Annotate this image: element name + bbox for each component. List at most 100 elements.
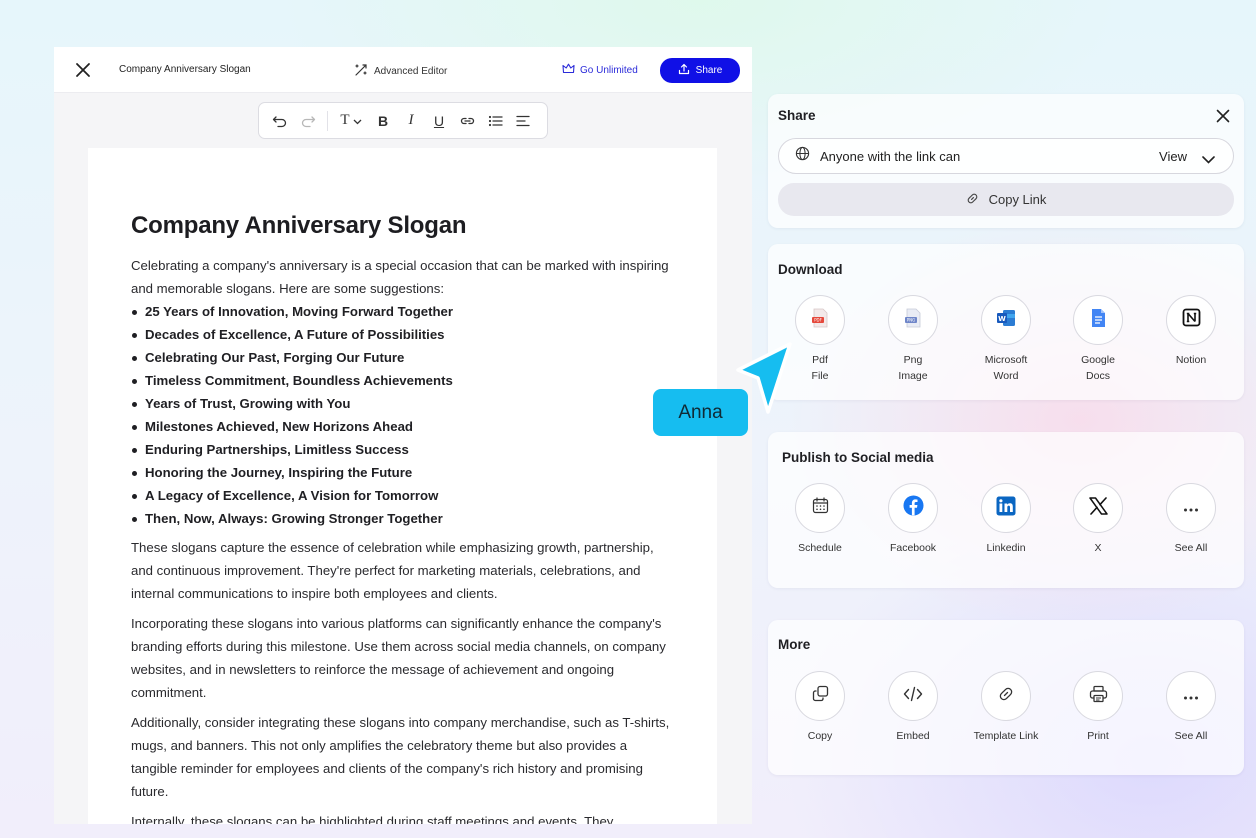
redo-icon[interactable] xyxy=(297,110,319,132)
document-page[interactable]: Company Anniversary Slogan Celebrating a… xyxy=(88,148,717,824)
facebook-label: Facebook xyxy=(889,542,937,554)
copy-link-button[interactable]: Copy Link xyxy=(778,183,1234,216)
option-circle: W xyxy=(981,295,1031,345)
svg-text:PDF: PDF xyxy=(814,317,822,322)
social-see-all-button[interactable]: See All xyxy=(1146,483,1236,556)
go-unlimited-button[interactable]: Go Unlimited xyxy=(562,63,638,77)
option-circle xyxy=(1166,671,1216,721)
download-png-label: Png Image xyxy=(898,354,928,382)
code-icon xyxy=(903,686,923,707)
option-circle xyxy=(1166,295,1216,345)
document-intro: Celebrating a company's anniversary is a… xyxy=(131,258,669,296)
option-circle xyxy=(1166,483,1216,533)
document-heading: Company Anniversary Slogan xyxy=(131,212,467,239)
download-word-button[interactable]: W Microsoft Word xyxy=(961,295,1051,384)
share-button[interactable]: Share xyxy=(660,58,740,83)
option-circle xyxy=(888,483,938,533)
collaborator-name-badge: Anna xyxy=(653,389,748,436)
close-icon[interactable] xyxy=(1216,109,1230,123)
option-circle: PDF xyxy=(795,295,845,345)
share-panel: Share Anyone with the link can View Copy… xyxy=(768,94,1244,228)
template-link-button[interactable]: Template Link xyxy=(961,671,1051,744)
embed-button[interactable]: Embed xyxy=(868,671,958,744)
download-word-label: Microsoft Word xyxy=(984,354,1028,382)
linkedin-label: Linkedin xyxy=(986,542,1026,554)
chevron-down-icon xyxy=(353,112,362,130)
print-button[interactable]: Print xyxy=(1053,671,1143,744)
linkedin-button[interactable]: Linkedin xyxy=(961,483,1051,556)
bold-button[interactable]: B xyxy=(372,110,394,132)
option-circle xyxy=(1073,671,1123,721)
undo-icon[interactable] xyxy=(269,110,291,132)
link-access-select[interactable]: Anyone with the link can View xyxy=(778,138,1234,174)
print-label: Print xyxy=(1087,730,1109,742)
social-panel-title: Publish to Social media xyxy=(782,450,934,465)
link-icon[interactable] xyxy=(456,110,478,132)
permission-value: View xyxy=(1159,148,1187,164)
svg-text:PNG: PNG xyxy=(907,317,916,322)
bullet-list-icon[interactable] xyxy=(484,110,506,132)
align-left-icon[interactable] xyxy=(512,110,534,132)
list-item: Then, Now, Always: Growing Stronger Toge… xyxy=(131,507,675,530)
upload-icon xyxy=(678,63,690,78)
text-style-dropdown[interactable]: T xyxy=(336,110,366,132)
document-paragraph: Internally, these slogans can be highlig… xyxy=(131,814,614,824)
list-item: 25 Years of Innovation, Moving Forward T… xyxy=(131,300,675,323)
option-circle xyxy=(888,671,938,721)
option-circle xyxy=(1073,483,1123,533)
list-item: Honoring the Journey, Inspiring the Futu… xyxy=(131,461,675,484)
schedule-button[interactable]: Schedule xyxy=(775,483,865,556)
download-png-button[interactable]: PNG Png Image xyxy=(868,295,958,384)
option-circle xyxy=(981,483,1031,533)
pdf-file-icon: PDF xyxy=(811,308,829,333)
underline-button[interactable]: U xyxy=(428,110,450,132)
download-google-docs-label: Google Docs xyxy=(1081,354,1115,382)
embed-label: Embed xyxy=(896,730,930,742)
svg-text:W: W xyxy=(998,314,1006,322)
option-circle xyxy=(1073,295,1123,345)
facebook-button[interactable]: Facebook xyxy=(868,483,958,556)
close-icon[interactable] xyxy=(74,61,92,79)
download-panel: Download PDF Pdf File PNG Png Image W Mi… xyxy=(768,244,1244,400)
social-see-all-label: See All xyxy=(1174,542,1208,554)
more-see-all-button[interactable]: See All xyxy=(1146,671,1236,744)
schedule-label: Schedule xyxy=(798,542,842,554)
more-dots-icon xyxy=(1183,687,1199,705)
microsoft-word-icon: W xyxy=(996,309,1016,332)
document-paragraph: These slogans capture the essence of cel… xyxy=(131,540,654,601)
download-google-docs-button[interactable]: Google Docs xyxy=(1053,295,1143,384)
crown-icon xyxy=(562,63,575,77)
list-item: Timeless Commitment, Boundless Achieveme… xyxy=(131,369,675,392)
copy-link-label: Copy Link xyxy=(988,192,1047,207)
more-panel-title: More xyxy=(778,637,811,652)
copy-icon xyxy=(812,685,829,707)
editor-window: Company Anniversary Slogan Advanced Edit… xyxy=(54,47,752,824)
list-item: Milestones Achieved, New Horizons Ahead xyxy=(131,415,675,438)
formatting-toolbar: T B I U xyxy=(258,102,548,139)
copy-button[interactable]: Copy xyxy=(775,671,865,744)
png-image-icon: PNG xyxy=(904,308,922,333)
facebook-icon xyxy=(903,495,924,521)
download-notion-label: Notion xyxy=(1175,354,1207,366)
toolbar-divider xyxy=(327,110,328,131)
list-item: Celebrating Our Past, Forging Our Future xyxy=(131,346,675,369)
chevron-down-icon xyxy=(1202,151,1215,169)
document-title: Company Anniversary Slogan xyxy=(119,64,251,75)
x-button[interactable]: X xyxy=(1053,483,1143,556)
download-notion-button[interactable]: Notion xyxy=(1146,295,1236,368)
advanced-editor-button[interactable]: Advanced Editor xyxy=(354,63,447,80)
list-item: Enduring Partnerships, Limitless Success xyxy=(131,438,675,461)
option-circle xyxy=(981,671,1031,721)
option-circle: PNG xyxy=(888,295,938,345)
link-icon xyxy=(998,686,1014,707)
list-item: Years of Trust, Growing with You xyxy=(131,392,675,415)
copy-label: Copy xyxy=(807,730,833,742)
magic-tools-icon xyxy=(354,63,368,80)
share-button-label: Share xyxy=(695,65,723,76)
more-panel: More Copy Embed Template Link Print See … xyxy=(768,620,1244,775)
linkedin-icon xyxy=(996,496,1016,521)
italic-button[interactable]: I xyxy=(400,110,422,132)
link-access-label: Anyone with the link can xyxy=(820,148,961,164)
option-circle xyxy=(795,483,845,533)
google-docs-icon xyxy=(1091,308,1106,333)
